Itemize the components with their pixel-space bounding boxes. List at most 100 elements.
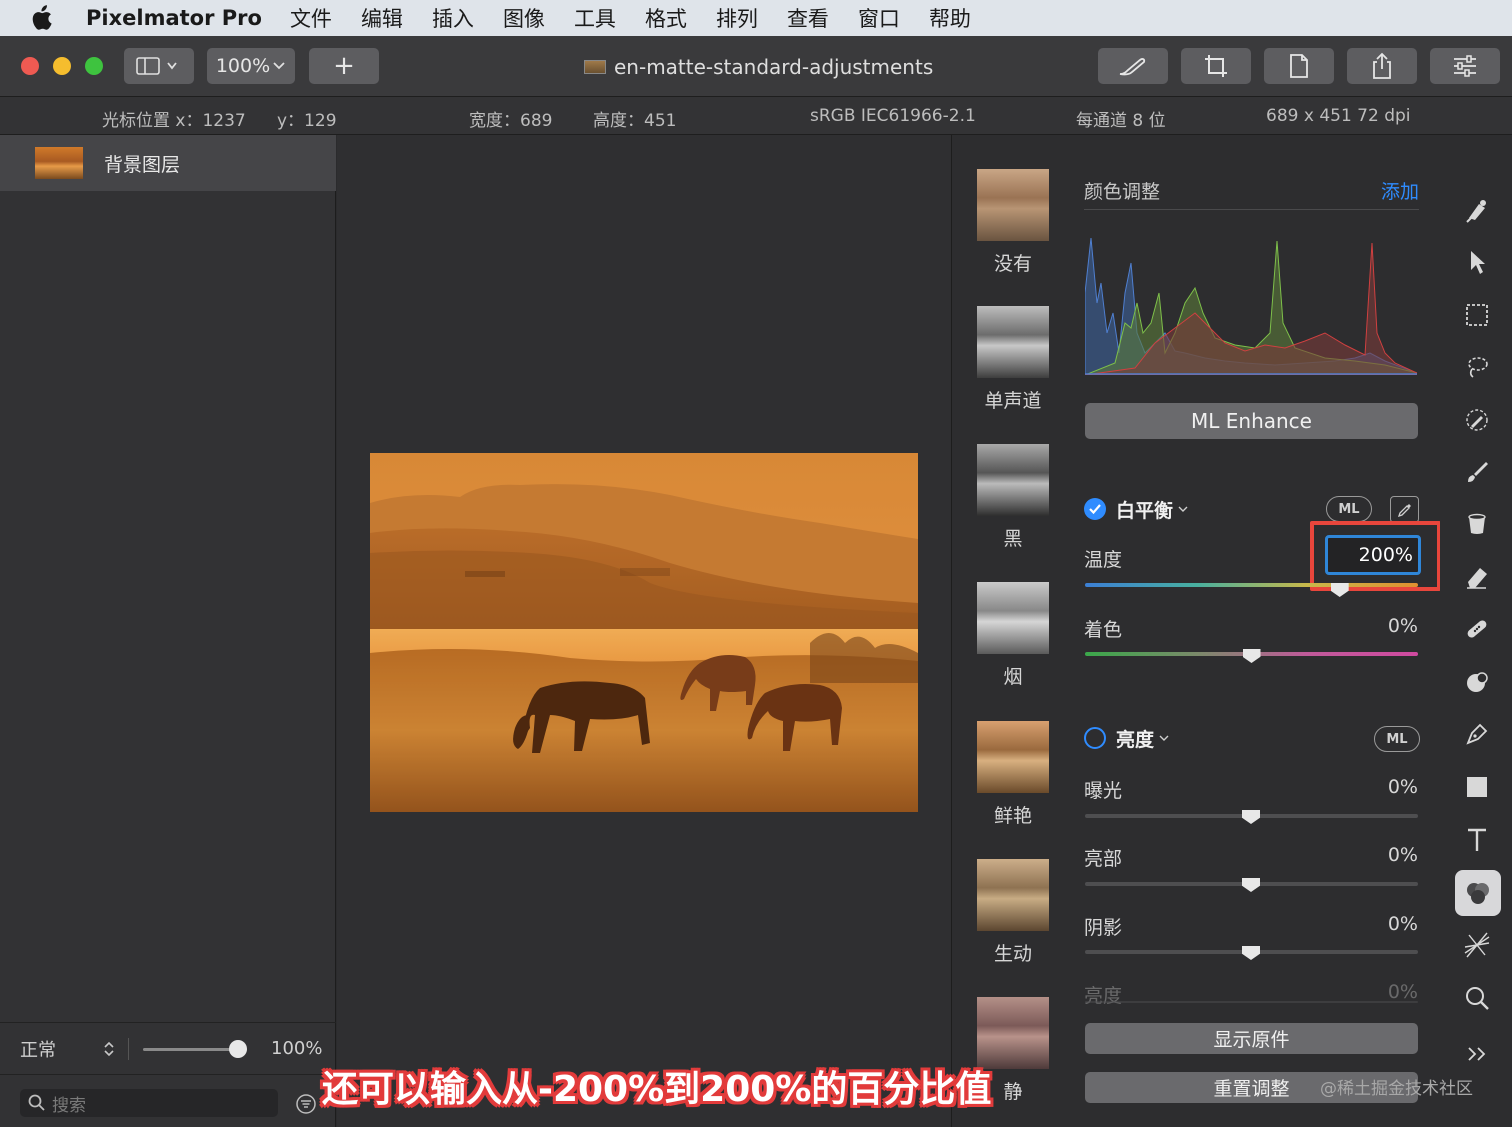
divider bbox=[128, 1037, 129, 1060]
eraser-icon[interactable] bbox=[1460, 560, 1494, 594]
menu-edit[interactable]: 编辑 bbox=[361, 3, 403, 33]
highlights-knob[interactable] bbox=[1242, 878, 1260, 892]
share-button[interactable] bbox=[1347, 48, 1417, 84]
menu-tools[interactable]: 工具 bbox=[574, 3, 616, 33]
menu-file[interactable]: 文件 bbox=[290, 3, 332, 33]
tint-label: 着色 bbox=[1084, 619, 1123, 641]
ml-enhance-button[interactable]: ML Enhance bbox=[1085, 403, 1418, 439]
zoom-dropdown[interactable]: 100% bbox=[207, 48, 295, 84]
section-divider bbox=[1084, 209, 1419, 210]
preset-item-smoke[interactable]: 烟 bbox=[977, 582, 1049, 689]
brightness-checkbox[interactable] bbox=[1084, 727, 1106, 749]
watermark: @稀土掘金技术社区 bbox=[1320, 1079, 1473, 1099]
preset-item-vivid[interactable]: 鲜艳 bbox=[977, 721, 1049, 828]
preset-thumbnail bbox=[977, 721, 1049, 793]
search-placeholder: 搜索 bbox=[52, 1095, 86, 1116]
color-picker-icon[interactable] bbox=[1460, 403, 1494, 437]
eyedropper-icon bbox=[1397, 503, 1411, 517]
menu-image[interactable]: 图像 bbox=[503, 3, 545, 33]
zoom-value: 100% bbox=[215, 55, 271, 77]
chevron-down-icon bbox=[1178, 506, 1188, 512]
zoom-window-button[interactable] bbox=[85, 57, 103, 75]
format-button[interactable] bbox=[1098, 48, 1168, 84]
show-original-button[interactable]: 显示原件 bbox=[1085, 1023, 1418, 1054]
canvas-area[interactable] bbox=[337, 135, 951, 1127]
checkmark-icon bbox=[1089, 504, 1101, 515]
updown-chevron-icon[interactable] bbox=[102, 1040, 116, 1058]
white-balance-checkbox[interactable] bbox=[1084, 498, 1106, 520]
document-title: en-matte-standard-adjustments bbox=[584, 52, 933, 82]
layer-row[interactable]: 背景图层 bbox=[0, 135, 336, 191]
menu-app-name[interactable]: Pixelmator Pro bbox=[86, 6, 262, 30]
section-title: 颜色调整 bbox=[1084, 181, 1161, 203]
preset-item-none[interactable]: 没有 bbox=[977, 169, 1049, 276]
clone-icon[interactable] bbox=[1460, 665, 1494, 699]
shadows-knob[interactable] bbox=[1242, 946, 1260, 960]
tint-knob[interactable] bbox=[1242, 649, 1261, 663]
paint-icon[interactable] bbox=[1460, 193, 1494, 227]
highlights-value: 0% bbox=[1387, 844, 1418, 866]
brush-icon[interactable] bbox=[1460, 455, 1494, 489]
bandage-icon[interactable] bbox=[1460, 612, 1494, 646]
menu-format[interactable]: 格式 bbox=[645, 3, 687, 33]
faded-slider-label: 亮度 bbox=[1084, 985, 1123, 1007]
distort-icon[interactable] bbox=[1460, 928, 1494, 962]
bit-depth-readout: 每通道 8 位 bbox=[1076, 111, 1166, 131]
add-button[interactable]: + bbox=[309, 48, 379, 84]
menu-arrange[interactable]: 排列 bbox=[716, 3, 758, 33]
menu-view[interactable]: 查看 bbox=[787, 3, 829, 33]
selection-icon[interactable] bbox=[1460, 298, 1494, 332]
search-row: 搜索 bbox=[0, 1074, 336, 1127]
arrow-icon[interactable] bbox=[1460, 245, 1494, 279]
brightness-ml-button[interactable]: ML bbox=[1374, 726, 1420, 752]
preset-label: 单声道 bbox=[984, 390, 1042, 412]
menu-window[interactable]: 窗口 bbox=[858, 3, 900, 33]
zoom-icon[interactable] bbox=[1460, 981, 1494, 1015]
pen-icon[interactable] bbox=[1460, 717, 1494, 751]
sidebar-toggle-button[interactable] bbox=[124, 48, 194, 84]
chevron-down-icon bbox=[1159, 735, 1169, 741]
menu-insert[interactable]: 插入 bbox=[432, 3, 474, 33]
shape-icon[interactable] bbox=[1460, 770, 1494, 804]
opacity-slider[interactable] bbox=[143, 1039, 247, 1059]
exposure-value: 0% bbox=[1387, 776, 1418, 798]
crop-button[interactable] bbox=[1181, 48, 1251, 84]
menu-help[interactable]: 帮助 bbox=[929, 3, 971, 33]
preset-thumbnail bbox=[977, 997, 1049, 1069]
preset-thumbnail bbox=[977, 582, 1049, 654]
plus-icon: + bbox=[333, 51, 355, 81]
preset-thumbnail bbox=[977, 444, 1049, 516]
text-icon[interactable] bbox=[1460, 823, 1494, 857]
temperature-slider[interactable] bbox=[1085, 583, 1418, 587]
preset-item-black[interactable]: 黑 bbox=[977, 444, 1049, 551]
eyedropper-button[interactable] bbox=[1390, 496, 1419, 523]
lasso-icon[interactable] bbox=[1460, 350, 1494, 384]
layer-search-input[interactable]: 搜索 bbox=[20, 1089, 278, 1117]
preset-item-lively[interactable]: 生动 bbox=[977, 859, 1049, 966]
preset-item-mono[interactable]: 单声道 bbox=[977, 306, 1049, 413]
fill-icon[interactable] bbox=[1460, 507, 1494, 541]
opacity-knob[interactable] bbox=[229, 1039, 247, 1058]
more-icon[interactable] bbox=[1460, 1037, 1494, 1071]
adjust-icon[interactable] bbox=[1455, 870, 1501, 916]
app-window: Pixelmator Pro 文件 编辑 插入 图像 工具 格式 排列 查看 窗… bbox=[0, 0, 1512, 1127]
image-canvas[interactable] bbox=[370, 453, 918, 812]
white-balance-ml-button[interactable]: ML bbox=[1326, 496, 1372, 522]
export-file-button[interactable] bbox=[1264, 48, 1334, 84]
layer-thumbnail bbox=[35, 147, 83, 179]
preset-thumbnail bbox=[977, 306, 1049, 378]
add-adjustment-button[interactable]: 添加 bbox=[1381, 177, 1419, 204]
blend-mode-select[interactable]: 正常 bbox=[20, 1036, 100, 1062]
adjustments-panel-button[interactable] bbox=[1430, 48, 1500, 84]
filter-icon[interactable] bbox=[295, 1093, 317, 1115]
white-balance-header[interactable]: 白平衡 bbox=[1084, 494, 1189, 524]
temperature-knob[interactable] bbox=[1330, 583, 1349, 597]
brightness-header[interactable]: 亮度 bbox=[1084, 723, 1170, 753]
exposure-knob[interactable] bbox=[1242, 810, 1260, 824]
exposure-label: 曝光 bbox=[1084, 780, 1123, 802]
close-window-button[interactable] bbox=[21, 57, 39, 75]
layers-panel: 背景图层 正常 100% 搜索 bbox=[0, 135, 336, 1127]
minimize-window-button[interactable] bbox=[53, 57, 71, 75]
apple-icon[interactable] bbox=[30, 5, 60, 31]
temperature-label: 温度 bbox=[1084, 549, 1123, 571]
